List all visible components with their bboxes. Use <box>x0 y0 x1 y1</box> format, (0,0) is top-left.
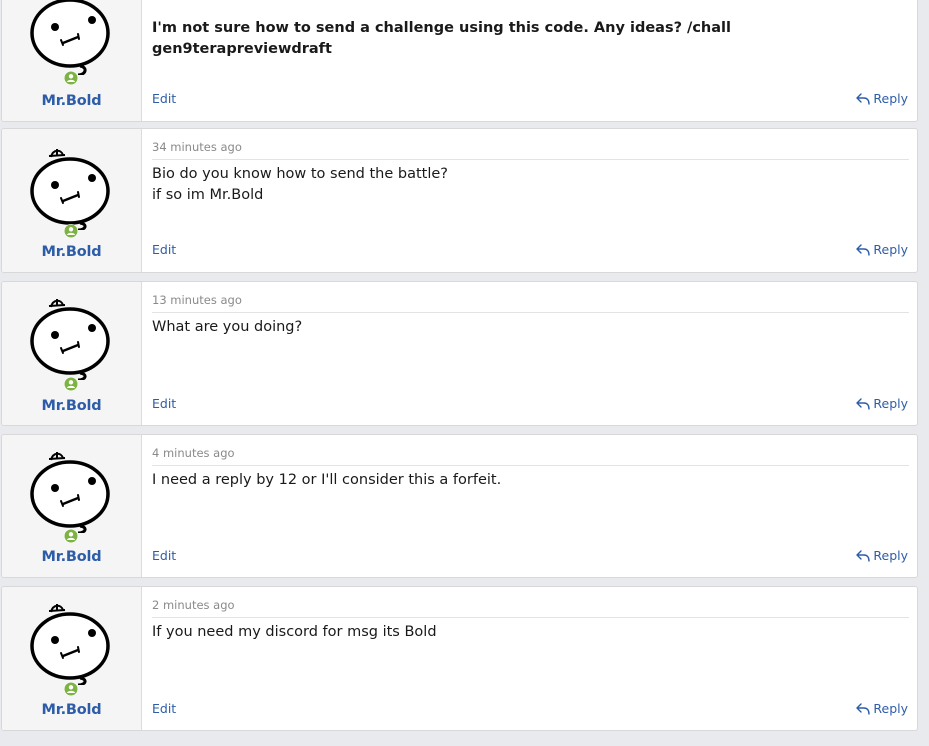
cartoon-face-avatar-icon <box>30 149 110 230</box>
reply-button[interactable]: Reply <box>856 548 908 563</box>
post-message: I need a reply by 12 or I'll consider th… <box>152 472 502 488</box>
post-user-cell: Mr.Bold <box>2 282 142 425</box>
reply-label: Reply <box>873 91 908 106</box>
online-user-icon <box>64 682 78 696</box>
reply-arrow-icon <box>856 549 871 562</box>
post-user-cell: Mr.Bold <box>2 129 142 272</box>
post-message: If you need my discord for msg its Bold <box>152 624 437 640</box>
divider <box>152 159 909 160</box>
reply-label: Reply <box>873 396 908 411</box>
post-message: I'm not sure how to send a challenge usi… <box>152 20 731 57</box>
post-body: 4 minutes ago I need a reply by 12 or I'… <box>152 435 909 577</box>
divider <box>152 312 909 313</box>
divider <box>152 617 909 618</box>
cartoon-face-avatar-icon <box>30 604 110 685</box>
post-user-cell: Mr.Bold <box>2 435 142 577</box>
edit-link[interactable]: Edit <box>152 701 176 716</box>
online-user-icon <box>64 377 78 391</box>
username[interactable]: Mr.Bold <box>2 549 141 565</box>
cartoon-face-avatar-icon <box>30 452 110 533</box>
reply-label: Reply <box>873 701 908 716</box>
cartoon-face-avatar-icon <box>30 299 110 380</box>
edit-link[interactable]: Edit <box>152 242 176 257</box>
edit-link[interactable]: Edit <box>152 91 176 106</box>
username[interactable]: Mr.Bold <box>2 398 141 414</box>
post-timestamp: 2 minutes ago <box>152 598 235 612</box>
reply-arrow-icon <box>856 92 871 105</box>
avatar[interactable] <box>29 0 113 75</box>
reply-arrow-icon <box>856 243 871 256</box>
reply-label: Reply <box>873 242 908 257</box>
message-line: if so im Mr.Bold <box>152 187 264 203</box>
reply-arrow-icon <box>856 397 871 410</box>
cartoon-face-avatar-icon <box>30 0 110 75</box>
post-timestamp: 4 minutes ago <box>152 446 235 460</box>
post-user-cell: Mr.Bold <box>2 0 142 121</box>
avatar[interactable] <box>29 601 113 685</box>
post-user-cell: Mr.Bold <box>2 587 142 730</box>
edit-link[interactable]: Edit <box>152 396 176 411</box>
online-user-icon <box>64 224 78 238</box>
online-user-icon <box>64 529 78 543</box>
post-body: 34 minutes ago Bio do you know how to se… <box>152 129 909 272</box>
online-user-icon <box>64 71 78 85</box>
reply-button[interactable]: Reply <box>856 242 908 257</box>
post-message: Bio do you know how to send the battle? … <box>152 164 909 206</box>
post-body: 13 minutes ago What are you doing? Edit … <box>152 282 909 425</box>
message-line: Bio do you know how to send the battle? <box>152 166 449 182</box>
avatar[interactable] <box>29 146 113 230</box>
avatar[interactable] <box>29 449 113 533</box>
reply-label: Reply <box>873 548 908 563</box>
username[interactable]: Mr.Bold <box>2 93 141 109</box>
post: Mr.Bold I'm not sure how to send a chall… <box>1 0 918 122</box>
reply-button[interactable]: Reply <box>856 396 908 411</box>
reply-arrow-icon <box>856 702 871 715</box>
post-timestamp: 34 minutes ago <box>152 140 242 154</box>
divider <box>152 465 909 466</box>
edit-link[interactable]: Edit <box>152 548 176 563</box>
username[interactable]: Mr.Bold <box>2 702 141 718</box>
post: Mr.Bold 2 minutes ago If you need my dis… <box>1 586 918 731</box>
post-message: What are you doing? <box>152 319 303 335</box>
post-body: 2 minutes ago If you need my discord for… <box>152 587 909 730</box>
post-timestamp: 13 minutes ago <box>152 293 242 307</box>
post: Mr.Bold 13 minutes ago What are you doin… <box>1 281 918 426</box>
post: Mr.Bold 34 minutes ago Bio do you know h… <box>1 128 918 273</box>
username[interactable]: Mr.Bold <box>2 244 141 260</box>
post-body: I'm not sure how to send a challenge usi… <box>152 0 909 121</box>
post: Mr.Bold 4 minutes ago I need a reply by … <box>1 434 918 578</box>
avatar[interactable] <box>29 296 113 380</box>
reply-button[interactable]: Reply <box>856 701 908 716</box>
reply-button[interactable]: Reply <box>856 91 908 106</box>
